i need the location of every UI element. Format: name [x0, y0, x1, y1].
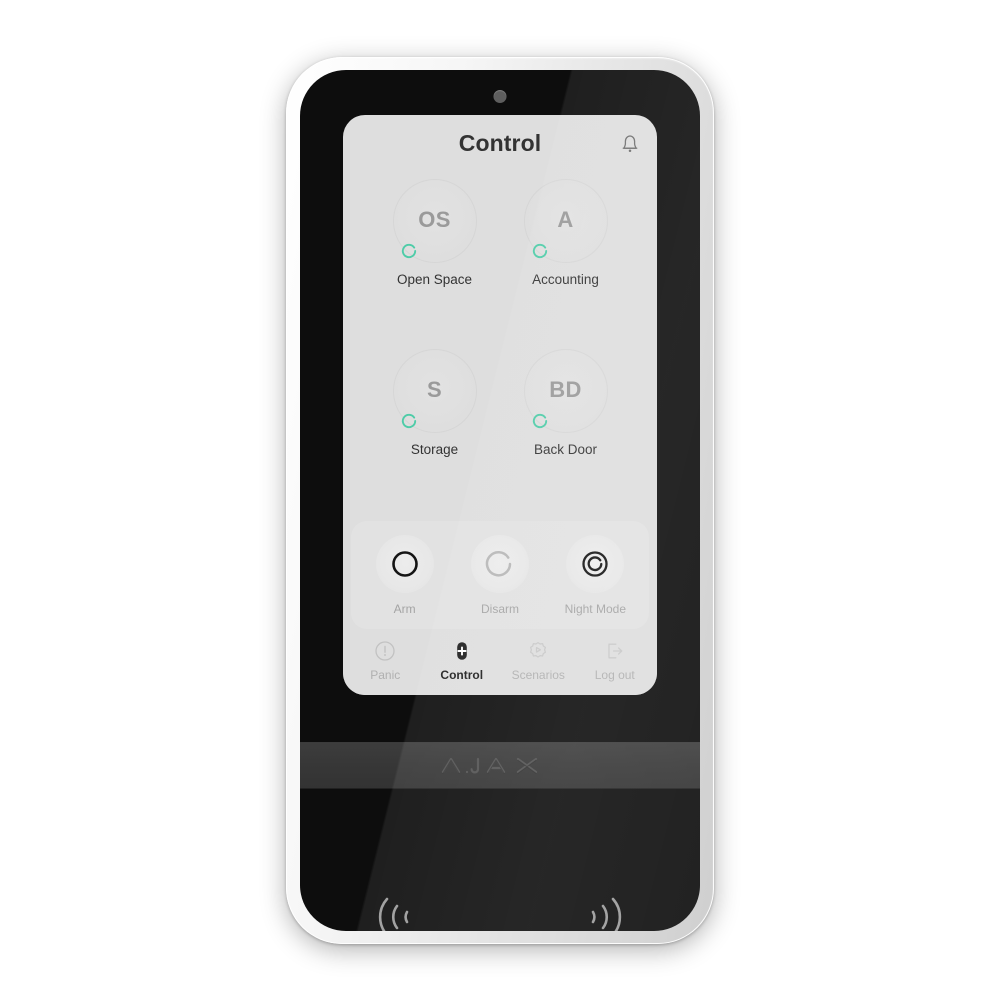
scenarios-gear-icon	[530, 641, 547, 658]
group-initials: BD	[549, 376, 582, 402]
logout-icon-wrap	[603, 639, 627, 663]
rfid-reader-right[interactable]	[567, 887, 627, 931]
ajax-logo	[441, 757, 538, 774]
night-mode-icon-wrap	[566, 534, 625, 593]
group-status-disarmed-icon	[532, 243, 547, 259]
panic-icon-wrap	[373, 639, 397, 663]
group-item[interactable]: S Storage	[369, 345, 500, 515]
group-status-disarmed-icon	[532, 413, 547, 429]
nav-label-scenarios: Scenarios	[511, 668, 565, 682]
arm-label: Arm	[393, 601, 416, 616]
panic-exclamation-icon	[375, 641, 395, 661]
disarm-arc-icon	[485, 550, 512, 576]
nav-item-panic[interactable]: Panic	[348, 639, 422, 682]
disarm-icon-wrap	[470, 534, 529, 593]
group-label: Storage	[410, 442, 459, 457]
notifications-button[interactable]	[615, 128, 645, 158]
proximity-sensor-icon	[493, 90, 507, 103]
night-mode-icon	[582, 550, 608, 577]
group-initials: OS	[418, 206, 451, 232]
disarm-button[interactable]: Disarm	[458, 534, 542, 616]
groups-grid: OS Open Space A Accounting S Storage BD …	[343, 169, 657, 519]
actions-card: Arm Disarm Night Mode	[351, 521, 649, 629]
screen-header: Control	[343, 115, 657, 169]
page-title: Control	[458, 130, 542, 156]
group-item[interactable]: BD Back Door	[500, 345, 631, 515]
control-icon-wrap	[450, 639, 474, 663]
rfid-waves-right-icon	[378, 897, 409, 931]
group-initials: S	[426, 376, 443, 402]
logout-arrow-icon	[608, 643, 623, 659]
reader-area	[300, 787, 700, 931]
nav-label-control: Control	[440, 668, 484, 682]
nav-label-logout: Log out	[594, 668, 635, 682]
nav-item-scenarios[interactable]: Scenarios	[501, 639, 575, 682]
arm-button[interactable]: Arm	[363, 534, 447, 616]
scenarios-icon-wrap	[526, 639, 550, 663]
arm-ring-icon	[391, 550, 418, 577]
group-item[interactable]: OS Open Space	[369, 175, 500, 345]
rfid-reader-left[interactable]	[373, 887, 433, 931]
rfid-waves-left-icon	[591, 897, 622, 931]
group-avatar[interactable]: S	[392, 349, 477, 433]
nav-item-control[interactable]: Control	[425, 639, 499, 682]
night-mode-button[interactable]: Night Mode	[553, 534, 637, 616]
touchscreen[interactable]: Control OS Open Space A Accounting S Sto…	[343, 115, 657, 695]
group-avatar[interactable]: BD	[523, 349, 608, 433]
ajax-keypad-device: Control OS Open Space A Accounting S Sto…	[286, 57, 714, 944]
bell-icon	[622, 135, 638, 153]
group-label: Accounting	[532, 272, 599, 287]
nav-item-logout[interactable]: Log out	[578, 639, 652, 682]
group-initials: A	[557, 206, 574, 232]
nav-label-panic: Panic	[370, 668, 401, 682]
brand-band	[300, 742, 700, 789]
group-label: Back Door	[533, 442, 598, 457]
night-mode-label: Night Mode	[564, 601, 626, 616]
arm-icon-wrap	[375, 534, 434, 593]
group-status-disarmed-icon	[401, 243, 416, 259]
bottom-nav: Panic Control Scenarios Log out	[343, 633, 657, 695]
group-avatar[interactable]: A	[523, 179, 608, 263]
device-body: Control OS Open Space A Accounting S Sto…	[300, 70, 700, 931]
group-status-disarmed-icon	[401, 413, 416, 429]
disarm-label: Disarm	[480, 601, 519, 616]
group-label: Open Space	[396, 272, 473, 287]
control-plus-icon	[456, 642, 467, 660]
group-avatar[interactable]: OS	[392, 179, 477, 263]
group-item[interactable]: A Accounting	[500, 175, 631, 345]
